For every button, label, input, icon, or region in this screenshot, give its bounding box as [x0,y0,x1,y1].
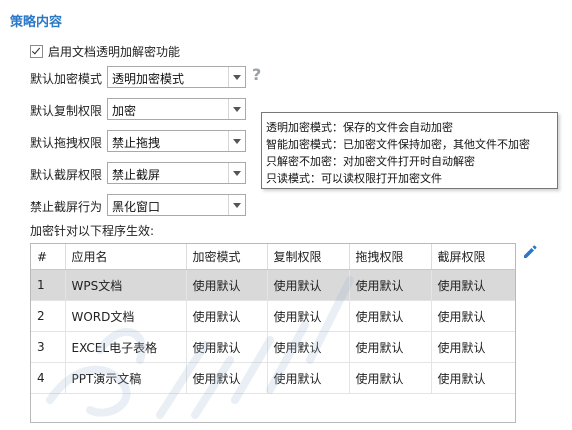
tooltip-line: 只解密不加密：对加密文件打开时自动解密 [266,155,475,168]
default-drag-permission-select[interactable]: 禁止拖拽 [107,130,246,152]
default-screenshot-permission-select[interactable]: 禁止截屏 [107,162,246,184]
chevron-down-icon[interactable] [228,131,245,151]
cell-app: EXCEL电子表格 [65,331,187,363]
default-encrypt-mode-label: 默认加密模式 [30,72,103,86]
cell-encrypt-mode[interactable]: 使用默认 [186,331,268,363]
cell-screenshot[interactable]: 使用默认 [431,331,515,363]
cell-index: 3 [31,331,66,363]
table-header-row: # 应用名 加密模式 复制权限 拖拽权限 截屏权限 [31,244,515,270]
chevron-down-icon[interactable] [228,67,245,87]
pencil-icon[interactable] [522,244,538,260]
cell-copy[interactable]: 使用默认 [267,269,350,301]
col-header-encrypt-mode[interactable]: 加密模式 [186,244,268,270]
select-value: 禁止拖拽 [112,136,161,150]
default-copy-permission-select[interactable]: 加密 [107,98,246,120]
cell-drag[interactable]: 使用默认 [349,300,432,332]
enable-encryption-checkbox-row[interactable]: 启用文档透明加解密功能 [30,43,180,60]
table-caption: 加密针对以下程序生效: [30,224,155,238]
encrypt-mode-tooltip: 透明加密模式：保存的文件会自动加密 智能加密模式：已加密文件保持加密，其他文件不… [261,112,558,189]
cell-encrypt-mode[interactable]: 使用默认 [186,300,268,332]
chevron-down-icon[interactable] [228,99,245,119]
cell-app: WPS文档 [65,269,187,301]
col-header-drag[interactable]: 拖拽权限 [349,244,432,270]
cell-drag[interactable]: 使用默认 [349,331,432,363]
table-row[interactable]: 3 EXCEL电子表格 使用默认 使用默认 使用默认 使用默认 [31,331,515,363]
cell-index: 2 [31,300,66,332]
select-value: 加密 [112,104,137,118]
cell-screenshot[interactable]: 使用默认 [431,362,515,394]
chevron-down-icon[interactable] [228,163,245,183]
default-screenshot-permission-label: 默认截屏权限 [30,168,103,182]
default-encrypt-mode-select[interactable]: 透明加密模式 [107,66,246,88]
program-table: # 应用名 加密模式 复制权限 拖拽权限 截屏权限 1 WPS文档 使用默认 使… [30,243,516,423]
cell-index: 4 [31,362,66,394]
col-header-screenshot[interactable]: 截屏权限 [431,244,515,270]
default-copy-permission-label: 默认复制权限 [30,104,103,118]
col-header-index[interactable]: # [31,244,66,270]
tooltip-line: 透明加密模式：保存的文件会自动加密 [266,121,453,134]
default-drag-permission-label: 默认拖拽权限 [30,136,103,150]
tooltip-line: 只读模式：可以读权限打开加密文件 [266,172,442,185]
enable-encryption-checkbox[interactable] [30,45,43,58]
cell-index: 1 [31,269,66,301]
cell-drag[interactable]: 使用默认 [349,269,432,301]
select-value: 禁止截屏 [112,168,161,182]
cell-copy[interactable]: 使用默认 [267,300,350,332]
screenshot-block-behavior-select[interactable]: 黑化窗口 [107,194,246,216]
chevron-down-icon[interactable] [228,195,245,215]
section-title: 策略内容 [10,15,63,30]
cell-drag[interactable]: 使用默认 [349,362,432,394]
select-value: 黑化窗口 [112,200,161,214]
cell-screenshot[interactable]: 使用默认 [431,300,515,332]
table-row[interactable]: 4 PPT演示文稿 使用默认 使用默认 使用默认 使用默认 [31,362,515,394]
help-icon[interactable]: ? [252,65,261,84]
screenshot-block-behavior-label: 禁止截屏行为 [30,200,103,214]
table-row[interactable]: 1 WPS文档 使用默认 使用默认 使用默认 使用默认 [31,269,515,301]
col-header-app[interactable]: 应用名 [65,244,187,270]
cell-encrypt-mode[interactable]: 使用默认 [186,362,268,394]
cell-copy[interactable]: 使用默认 [267,331,350,363]
table-row[interactable]: 2 WORD文档 使用默认 使用默认 使用默认 使用默认 [31,300,515,332]
tooltip-line: 智能加密模式：已加密文件保持加密，其他文件不加密 [266,138,530,151]
cell-screenshot[interactable]: 使用默认 [431,269,515,301]
cell-app: PPT演示文稿 [65,362,187,394]
cell-encrypt-mode[interactable]: 使用默认 [186,269,268,301]
cell-app: WORD文档 [65,300,187,332]
select-value: 透明加密模式 [112,72,185,86]
cell-copy[interactable]: 使用默认 [267,362,350,394]
col-header-copy[interactable]: 复制权限 [267,244,350,270]
enable-encryption-label: 启用文档透明加解密功能 [48,45,181,59]
